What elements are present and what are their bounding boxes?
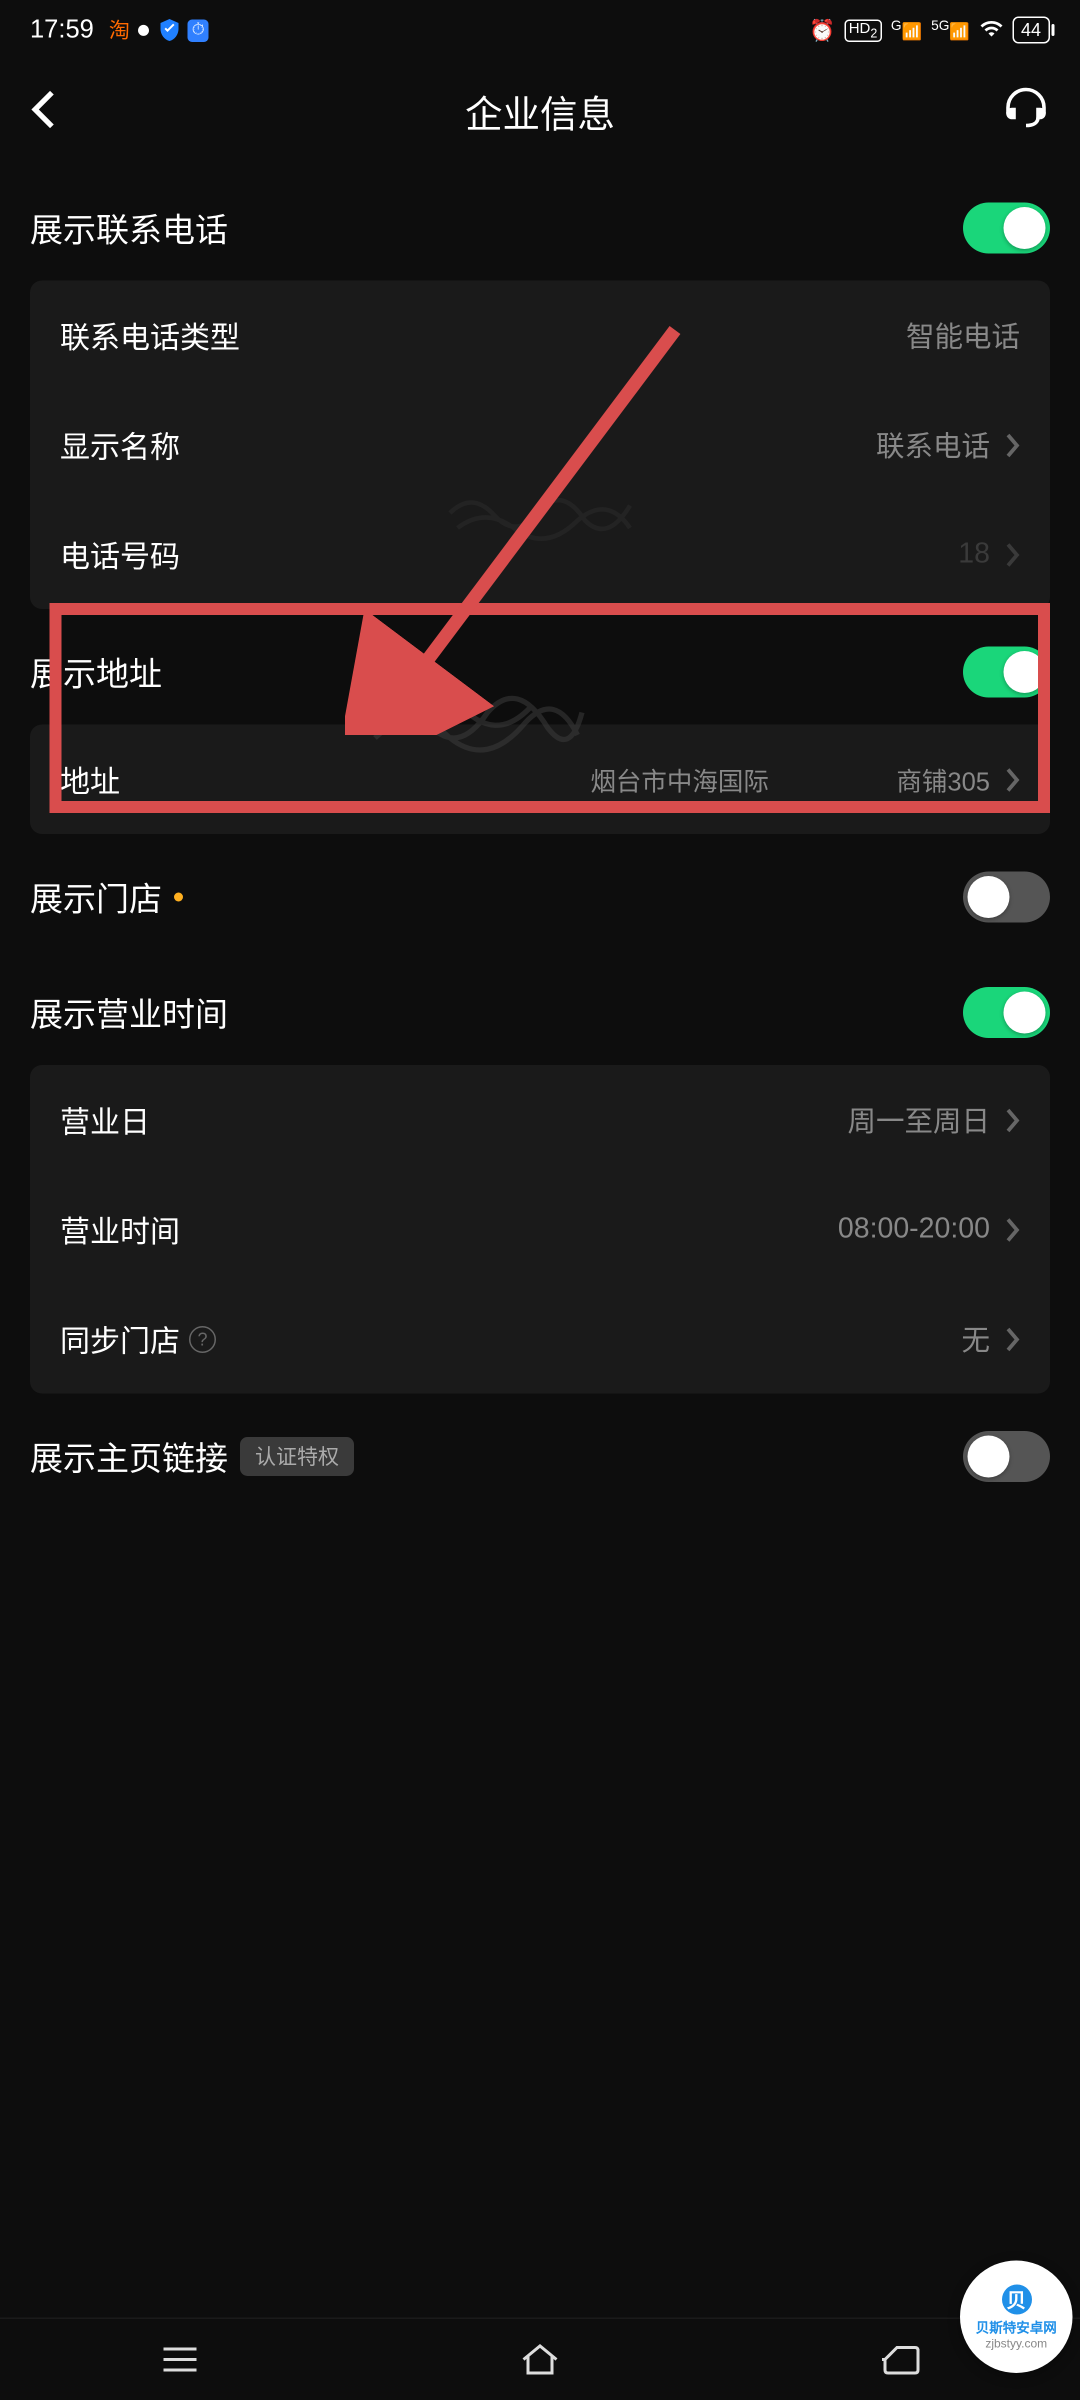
toggle-address[interactable] [963, 647, 1050, 698]
hd-icon: HD2 [844, 19, 882, 42]
row-sync-store-value: 无 [961, 1319, 990, 1360]
watermark-line1: 贝斯特安卓网 [976, 2317, 1057, 2337]
section-store-header: 展示门店 [30, 834, 1050, 950]
signal-5g-icon: 5G📶 [931, 18, 970, 41]
attention-dot-icon [174, 893, 183, 902]
row-business-hours-value: 08:00-20:00 [838, 1213, 990, 1246]
chevron-right-icon [1005, 541, 1020, 568]
back-button[interactable] [30, 88, 57, 138]
row-business-days[interactable]: 营业日 周一至周日 [30, 1065, 1050, 1175]
status-bar: 17:59 淘 ● ⏱ ⏰ HD2 G📶 5G📶 44 [0, 0, 1080, 60]
row-phone-number-label: 电话号码 [60, 533, 180, 577]
section-link-header: 展示主页链接 认证特权 [30, 1394, 1050, 1510]
page-title: 企业信息 [465, 86, 615, 140]
row-display-name-label: 显示名称 [60, 423, 180, 467]
battery-indicator: 44 [1012, 17, 1050, 44]
toggle-hours[interactable] [963, 987, 1050, 1038]
section-link-title-text: 展示主页链接 [30, 1433, 228, 1481]
section-phone-header: 展示联系电话 [30, 165, 1050, 281]
wifi-icon [979, 16, 1003, 45]
toggle-phone[interactable] [963, 203, 1050, 254]
card-hours: 营业日 周一至周日 营业时间 08:00-20:00 同步门店 ? [30, 1065, 1050, 1394]
row-address[interactable]: 地址 烟台市中海国际 商铺305 [30, 725, 1050, 835]
verified-badge: 认证特权 [240, 1437, 354, 1476]
support-button[interactable] [1002, 85, 1050, 141]
watermark-icon: 贝 [1001, 2284, 1031, 2314]
section-store-title-text: 展示门店 [30, 873, 162, 921]
row-business-days-label: 营业日 [60, 1098, 150, 1142]
chevron-right-icon [1005, 1106, 1020, 1133]
status-left: 17:59 淘 ● ⏱ [30, 15, 209, 45]
toggle-store[interactable] [963, 872, 1050, 923]
section-store-title: 展示门店 [30, 873, 183, 921]
content: 展示联系电话 联系电话类型 智能电话 显示名称 联系电话 电话号码 18 [0, 165, 1080, 1509]
card-phone: 联系电话类型 智能电话 显示名称 联系电话 电话号码 18 [30, 281, 1050, 610]
row-display-name-value: 联系电话 [876, 425, 990, 466]
card-address: 地址 烟台市中海国际 商铺305 [30, 725, 1050, 835]
row-business-hours[interactable]: 营业时间 08:00-20:00 [30, 1175, 1050, 1285]
section-address-header: 展示地址 [30, 609, 1050, 725]
header: 企业信息 [0, 60, 1080, 165]
row-address-value: 烟台市中海国际 商铺305 [590, 761, 990, 799]
row-phone-type[interactable]: 联系电话类型 智能电话 [30, 281, 1050, 391]
row-phone-number-value: 18 [958, 538, 990, 571]
watermark-badge: 贝 贝斯特安卓网 zjbstyy.com [960, 2261, 1073, 2374]
chevron-right-icon [1005, 1325, 1020, 1352]
row-phone-type-value: 智能电话 [906, 315, 1020, 356]
row-sync-store[interactable]: 同步门店 ? 无 [30, 1284, 1050, 1394]
section-phone-title: 展示联系电话 [30, 204, 228, 252]
chevron-right-icon [1005, 431, 1020, 458]
nav-back-button[interactable] [840, 2330, 960, 2390]
toggle-link[interactable] [963, 1431, 1050, 1482]
row-business-hours-label: 营业时间 [60, 1208, 180, 1252]
section-hours-title: 展示营业时间 [30, 989, 228, 1037]
row-phone-number[interactable]: 电话号码 18 [30, 500, 1050, 610]
row-address-label: 地址 [60, 758, 120, 802]
signal-g-icon: G📶 [891, 18, 922, 41]
row-display-name[interactable]: 显示名称 联系电话 [30, 390, 1050, 500]
alarm-icon: ⏰ [809, 17, 835, 43]
status-app-icons: 淘 ● ⏱ [109, 15, 209, 45]
nav-recent-button[interactable] [120, 2330, 240, 2390]
status-time: 17:59 [30, 15, 94, 45]
nav-home-button[interactable] [480, 2330, 600, 2390]
row-sync-store-label: 同步门店 ? [60, 1317, 216, 1361]
section-link-title: 展示主页链接 认证特权 [30, 1433, 354, 1481]
row-phone-type-label: 联系电话类型 [60, 314, 240, 358]
chevron-right-icon [1005, 1216, 1020, 1243]
section-address-title: 展示地址 [30, 648, 162, 696]
section-hours-header: 展示营业时间 [30, 950, 1050, 1066]
navigation-bar [0, 2318, 1080, 2400]
chevron-right-icon [1005, 766, 1020, 793]
help-icon[interactable]: ? [189, 1325, 216, 1352]
row-business-days-value: 周一至周日 [847, 1100, 990, 1141]
status-right: ⏰ HD2 G📶 5G📶 44 [809, 16, 1050, 45]
row-sync-store-label-text: 同步门店 [60, 1317, 180, 1361]
watermark-line2: zjbstyy.com [985, 2336, 1047, 2350]
